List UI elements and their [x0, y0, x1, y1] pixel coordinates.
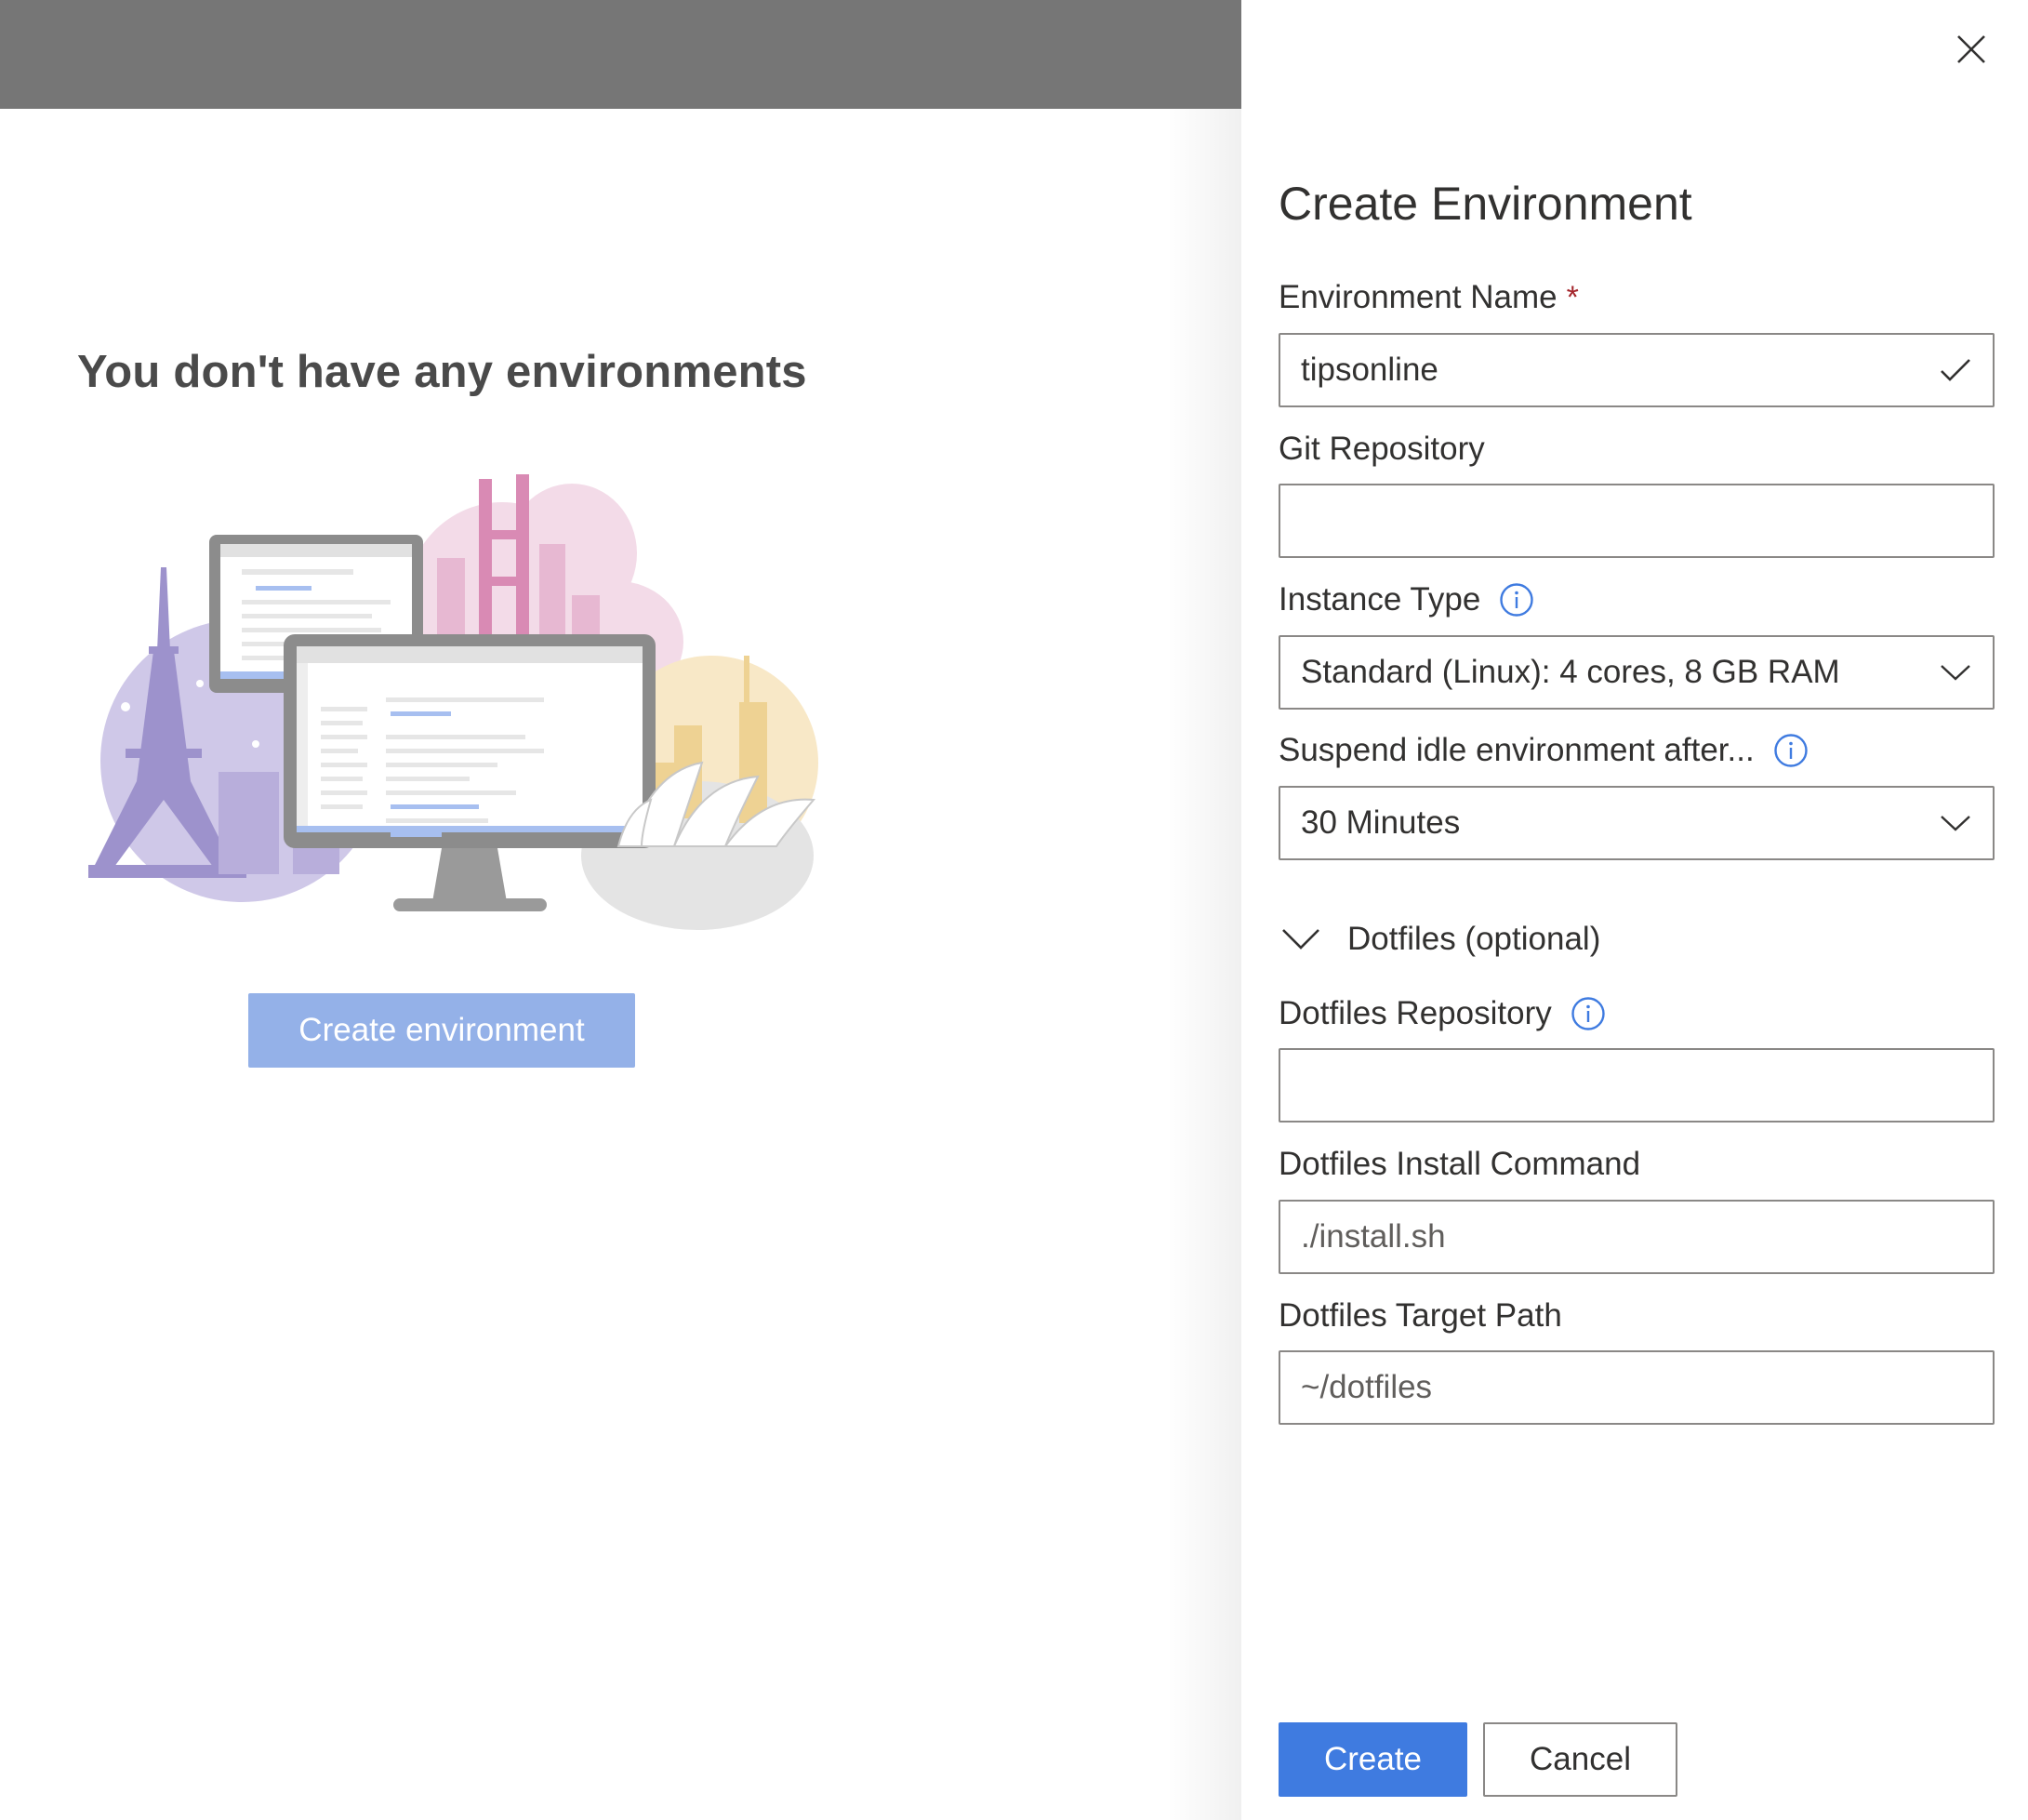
- checkmark-icon: [1937, 352, 1974, 389]
- cancel-button[interactable]: Cancel: [1483, 1722, 1677, 1797]
- close-button[interactable]: [1950, 28, 1993, 71]
- git-repository-field[interactable]: [1279, 484, 1995, 558]
- info-icon[interactable]: [1773, 733, 1809, 768]
- dotfiles-repository-input[interactable]: [1301, 1050, 1972, 1121]
- instance-type-label-text: Instance Type: [1279, 581, 1481, 618]
- chevron-down-icon: [1280, 925, 1321, 953]
- chevron-down-icon: [1937, 654, 1974, 691]
- environment-name-field[interactable]: [1279, 333, 1995, 407]
- suspend-idle-label-text: Suspend idle environment after...: [1279, 732, 1755, 768]
- dotfiles-target-path-label-text: Dotfiles Target Path: [1279, 1297, 1562, 1334]
- instance-type-dropdown[interactable]: Standard (Linux): 4 cores, 8 GB RAM: [1279, 635, 1995, 710]
- dotfiles-repository-label-text: Dotfiles Repository: [1279, 995, 1552, 1031]
- dotfiles-section-toggle[interactable]: Dotfiles (optional): [1280, 921, 1600, 958]
- instance-type-label: Instance Type: [1279, 581, 1534, 618]
- suspend-idle-dropdown[interactable]: 30 Minutes: [1279, 786, 1995, 860]
- dotfiles-install-command-label: Dotfiles Install Command: [1279, 1146, 1640, 1183]
- background-page: You don't have any environments Create e…: [0, 0, 1241, 1820]
- dotfiles-install-command-input[interactable]: [1301, 1202, 1972, 1272]
- dotfiles-section-label: Dotfiles (optional): [1347, 921, 1601, 957]
- app-root: You don't have any environments Create e…: [0, 0, 2028, 1820]
- required-marker: *: [1566, 279, 1579, 315]
- git-repository-label: Git Repository: [1279, 431, 1485, 468]
- dotfiles-target-path-input[interactable]: [1301, 1352, 1972, 1423]
- suspend-idle-label: Suspend idle environment after...: [1279, 732, 1809, 769]
- git-repository-input[interactable]: [1301, 485, 1972, 556]
- page-header-overlay: [0, 0, 1241, 109]
- info-icon[interactable]: [1499, 582, 1534, 618]
- create-button[interactable]: Create: [1279, 1722, 1467, 1797]
- panel-title: Create Environment: [1279, 178, 1692, 230]
- empty-state-title: You don't have any environments: [77, 347, 807, 397]
- dotfiles-install-command-label-text: Dotfiles Install Command: [1279, 1146, 1641, 1182]
- create-environment-button[interactable]: Create environment: [248, 993, 635, 1068]
- chevron-down-icon: [1937, 804, 1974, 842]
- dotfiles-repository-label: Dotfiles Repository: [1279, 995, 1606, 1032]
- panel-shadow: [1167, 109, 1241, 1820]
- close-icon: [1957, 35, 1985, 63]
- dotfiles-target-path-field[interactable]: [1279, 1350, 1995, 1425]
- create-environment-panel: Create Environment Environment Name * Gi…: [1241, 0, 2028, 1820]
- dotfiles-target-path-label: Dotfiles Target Path: [1279, 1297, 1562, 1335]
- environment-name-label: Environment Name *: [1279, 279, 1579, 316]
- dotfiles-install-command-field[interactable]: [1279, 1200, 1995, 1274]
- git-repository-label-text: Git Repository: [1279, 431, 1485, 467]
- info-icon[interactable]: [1571, 996, 1606, 1031]
- dotfiles-repository-field[interactable]: [1279, 1048, 1995, 1123]
- instance-type-selected: Standard (Linux): 4 cores, 8 GB RAM: [1301, 654, 1840, 690]
- empty-state-illustration: [88, 474, 818, 930]
- environment-name-label-text: Environment Name: [1279, 279, 1557, 315]
- environment-name-input[interactable]: [1301, 335, 1972, 405]
- suspend-idle-selected: 30 Minutes: [1301, 804, 1461, 841]
